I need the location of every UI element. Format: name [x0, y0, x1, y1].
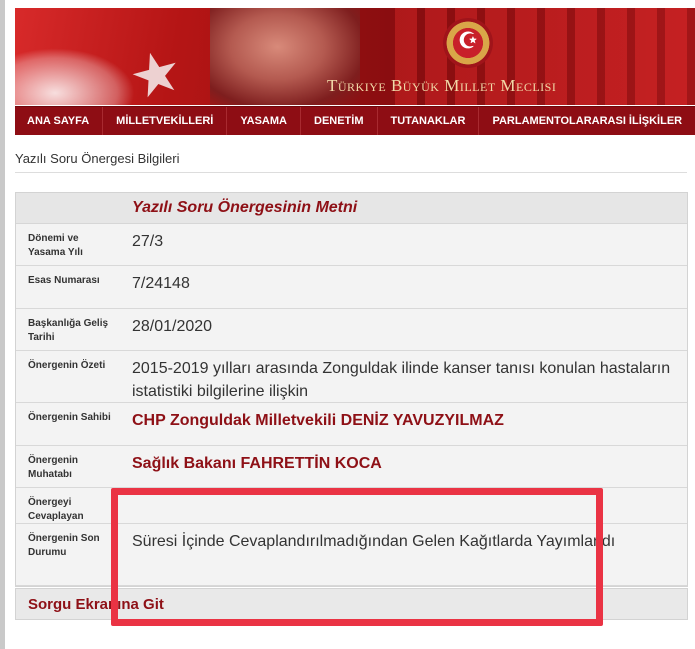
breadcrumb-divider	[15, 172, 687, 173]
detail-value: 27/3	[132, 233, 164, 250]
detail-row: Başkanlığa Geliş Tarihi 28/01/2020	[16, 309, 687, 351]
nav-item-ana-sayfa[interactable]: ANA SAYFA	[15, 107, 104, 135]
detail-label: Dönemi ve Yasama Yılı	[28, 233, 83, 258]
tbmm-emblem-icon: ☪	[443, 18, 493, 68]
page-breadcrumb: Yazılı Soru Önergesi Bilgileri	[15, 151, 180, 166]
detail-value: 7/24148	[132, 275, 190, 292]
detail-row: Önergenin Sahibi CHP Zonguldak Milletveki…	[16, 403, 687, 446]
detail-label: Önergenin Özeti	[28, 360, 106, 371]
nav-item-parlamentolararasi[interactable]: PARLAMENTOLARARASI İLİŞKİLER	[479, 107, 695, 135]
site-title: Türkiye Büyük Millet Meclisi	[327, 76, 557, 95]
main-navigation: ANA SAYFA MİLLETVEKİLLERİ YASAMA DENETİM…	[15, 106, 695, 135]
detail-value: 2015-2019 yılları arasında Zonguldak ili…	[132, 360, 671, 400]
detail-row: Önergenin Muhatabı Sağlık Bakanı FAHRETTİ…	[16, 446, 687, 488]
detail-value: Sağlık Bakanı FAHRETTİN KOCA	[132, 455, 382, 472]
detail-label: Başkanlığa Geliş Tarihi	[28, 318, 109, 343]
detail-row: Esas Numarası 7/24148	[16, 266, 687, 309]
highlight-annotation-box	[111, 488, 603, 626]
site-banner: ★ ☪ Türkiye Büyük Millet Meclisi	[15, 8, 695, 105]
detail-row: Dönemi ve Yasama Yılı 27/3	[16, 224, 687, 266]
detail-value: CHP Zonguldak Milletvekili DENİZ YAVUZYI…	[132, 412, 504, 429]
left-edge-bar	[0, 0, 5, 649]
detail-label: Önergenin Son Durumu	[28, 533, 100, 558]
detail-label: Önergenin Sahibi	[28, 412, 111, 423]
nav-item-tutanaklar[interactable]: TUTANAKLAR	[378, 107, 480, 135]
section-title: Yazılı Soru Önergesinin Metni	[132, 199, 358, 216]
detail-value: 28/01/2020	[132, 318, 213, 335]
nav-item-denetim[interactable]: DENETİM	[301, 107, 378, 135]
detail-label: Esas Numarası	[28, 275, 100, 286]
detail-label: Önergenin Muhatabı	[28, 455, 79, 480]
detail-row: Önergenin Özeti 2015-2019 yılları arasınd…	[16, 351, 687, 403]
nav-item-milletvekilleri[interactable]: MİLLETVEKİLLERİ	[103, 107, 228, 135]
nav-item-yasama[interactable]: YASAMA	[227, 107, 301, 135]
detail-label: Önergeyi Cevaplayan	[28, 497, 84, 522]
panel-header: Yazılı Soru Önergesinin Metni	[16, 193, 687, 224]
